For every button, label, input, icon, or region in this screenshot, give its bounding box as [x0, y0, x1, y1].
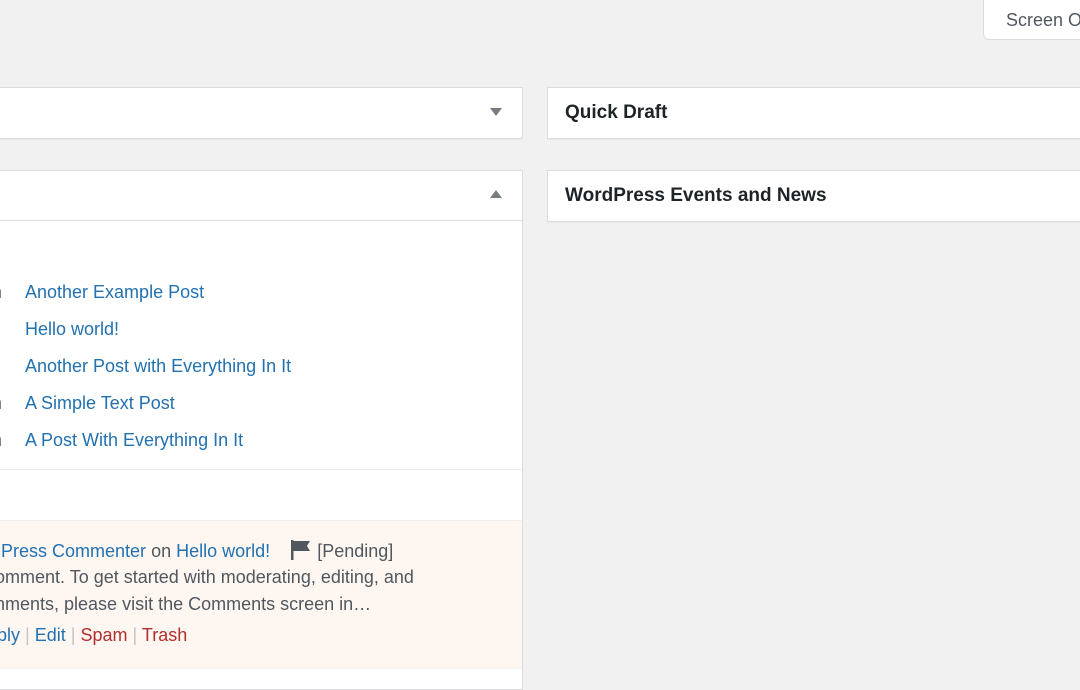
post-link[interactable]: Another Example Post: [25, 282, 204, 303]
activity-widget-header[interactable]: [0, 171, 522, 221]
quick-draft-widget: Quick Draft: [547, 87, 1080, 139]
post-link[interactable]: Another Post with Everything In It: [25, 356, 291, 377]
post-time: m: [0, 393, 2, 414]
events-news-header[interactable]: WordPress Events and News: [548, 171, 1080, 221]
comment-status: [Pending]: [317, 541, 394, 561]
action-separator: |: [25, 625, 30, 645]
post-link[interactable]: Hello world!: [25, 319, 119, 340]
reply-link[interactable]: ply: [0, 625, 20, 645]
comment-post-link[interactable]: Hello world!: [176, 541, 270, 561]
events-news-title: WordPress Events and News: [565, 185, 827, 206]
pending-comment: dPress Commenter on Hello world! [Pendin…: [0, 520, 522, 668]
post-time: m: [0, 430, 2, 451]
comment-on-text: on: [151, 541, 172, 561]
section-divider: [0, 668, 522, 669]
collapsed-widget-header[interactable]: [0, 88, 522, 138]
triangle-down-icon[interactable]: [490, 108, 502, 116]
comment-meta: dPress Commenter on Hello world! [Pendin…: [0, 540, 393, 562]
action-separator: |: [132, 625, 138, 645]
post-time: m: [0, 282, 2, 303]
comment-excerpt-line: omment. To get started with moderating, …: [0, 567, 414, 587]
flag-icon: [291, 540, 311, 560]
comment-actions: ply | Edit | Spam | Trash: [0, 625, 187, 646]
section-divider: [0, 469, 522, 470]
comment-author-link[interactable]: dPress Commenter: [0, 541, 146, 561]
quick-draft-title: Quick Draft: [565, 102, 668, 123]
quick-draft-header[interactable]: Quick Draft: [548, 88, 1080, 138]
screen-options-label: Screen Options: [1006, 10, 1080, 30]
edit-link[interactable]: Edit: [35, 625, 66, 645]
triangle-up-icon[interactable]: [490, 190, 502, 198]
activity-widget: m Another Example Post n Hello world! n …: [0, 170, 523, 690]
action-separator: |: [70, 625, 76, 645]
trash-link[interactable]: Trash: [142, 625, 187, 645]
spam-link[interactable]: Spam: [80, 625, 127, 645]
events-news-widget: WordPress Events and News: [547, 170, 1080, 222]
post-link[interactable]: A Simple Text Post: [25, 393, 175, 414]
screen-options-button[interactable]: Screen Options: [983, 0, 1080, 40]
comment-excerpt-line: nments, please visit the Comments screen…: [0, 594, 372, 614]
collapsed-widget: [0, 87, 523, 139]
post-link[interactable]: A Post With Everything In It: [25, 430, 243, 451]
